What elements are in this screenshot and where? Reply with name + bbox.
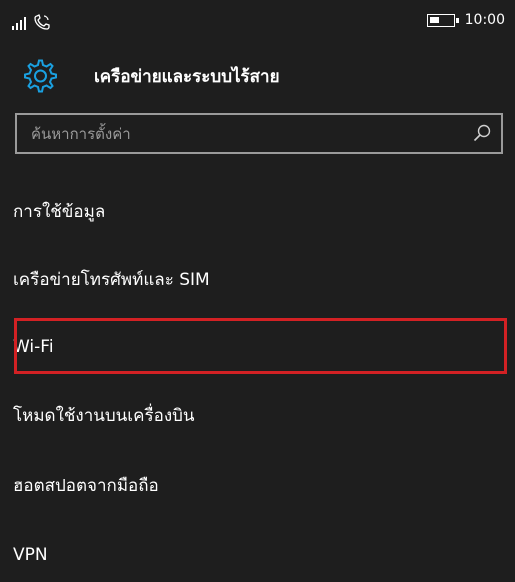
list-item-airplane-mode[interactable]: โหมดใช้งานบนเครื่องบิน	[13, 390, 195, 440]
list-item-label: การใช้ข้อมูล	[13, 201, 106, 222]
gear-icon	[24, 59, 57, 93]
list-item-label: โหมดใช้งานบนเครื่องบิน	[13, 405, 195, 426]
list-item-vpn[interactable]: VPN	[13, 530, 48, 580]
status-time: 10:00	[464, 12, 505, 28]
list-item-label: Wi-Fi	[13, 337, 54, 357]
status-right: 10:00	[426, 12, 505, 28]
search-input[interactable]	[17, 115, 457, 152]
list-item-label: VPN	[13, 545, 48, 565]
page-title: เครือข่ายและระบบไร้สาย	[94, 66, 280, 87]
battery-icon	[426, 13, 459, 27]
list-item-cellular-sim[interactable]: เครือข่ายโทรศัพท์และ SIM	[13, 254, 210, 304]
cellular-signal-icon	[12, 16, 26, 30]
status-bar: 10:00	[0, 0, 515, 46]
status-left	[12, 14, 52, 30]
settings-screen: 10:00 เครือข่ายและระบบไร้สาย การใช้ข้อมู…	[0, 0, 515, 582]
list-item-wifi[interactable]: Wi-Fi	[13, 322, 54, 372]
page-header: เครือข่ายและระบบไร้สาย	[22, 56, 280, 96]
list-item-mobile-hotspot[interactable]: ฮอตสปอตจากมือถือ	[13, 460, 159, 510]
search-box[interactable]	[15, 113, 503, 154]
list-item-data-usage[interactable]: การใช้ข้อมูล	[13, 186, 105, 236]
wifi-highlight-box	[14, 318, 507, 374]
search-icon[interactable]	[473, 124, 491, 142]
list-item-label: ฮอตสปอตจากมือถือ	[13, 475, 159, 496]
wifi-calling-icon	[34, 14, 50, 30]
list-item-label: เครือข่ายโทรศัพท์และ SIM	[13, 269, 210, 290]
